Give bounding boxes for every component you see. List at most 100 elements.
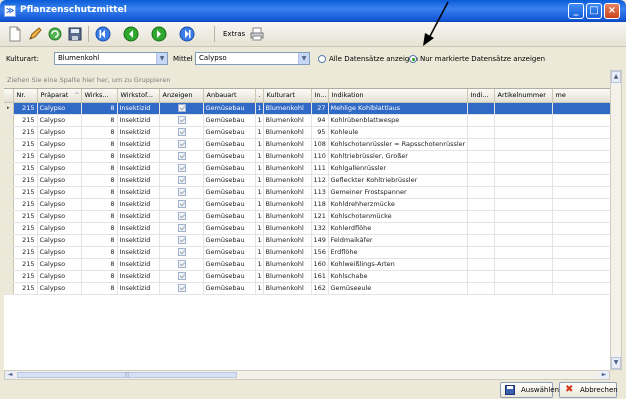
show-checkbox-cell[interactable] bbox=[159, 186, 204, 199]
cell-empty[interactable] bbox=[467, 198, 495, 211]
cell-wirks[interactable]: 8 bbox=[81, 114, 118, 127]
show-checkbox-cell[interactable] bbox=[159, 150, 204, 163]
table-row[interactable]: 215 Calypso 8 Insektizid Gemüsebau 1 Blumenkoh… bbox=[4, 174, 610, 187]
show-checkbox[interactable] bbox=[178, 164, 186, 172]
cell-empty[interactable] bbox=[467, 282, 495, 295]
cell-in[interactable]: 149 bbox=[311, 234, 329, 247]
cell-wirkstof[interactable]: Insektizid bbox=[117, 162, 160, 175]
cell-dot[interactable]: 1 bbox=[255, 114, 264, 127]
cell-in[interactable]: 112 bbox=[311, 174, 329, 187]
cell-anbauart[interactable]: Gemüsebau bbox=[203, 150, 256, 163]
cell-anbauart[interactable]: Gemüsebau bbox=[203, 102, 256, 115]
cell-kulturart[interactable]: Blumenkohl bbox=[263, 102, 312, 115]
cell-kulturart[interactable]: Blumenkohl bbox=[263, 270, 312, 283]
cell-anbauart[interactable]: Gemüsebau bbox=[203, 198, 256, 211]
cell-kulturart[interactable]: Blumenkohl bbox=[263, 234, 312, 247]
cell-indikation[interactable]: Mehlige Kohlblattlaus bbox=[328, 102, 468, 115]
cell-empty[interactable] bbox=[494, 150, 553, 163]
cell-nr[interactable]: 215 bbox=[13, 198, 38, 211]
cell-in[interactable]: 162 bbox=[311, 282, 329, 295]
cell-dot[interactable]: 1 bbox=[255, 222, 264, 235]
cell-praeparat[interactable]: Calypso bbox=[37, 102, 82, 115]
cell-in[interactable]: 118 bbox=[311, 198, 329, 211]
cell-in[interactable]: 94 bbox=[311, 114, 329, 127]
cell-empty[interactable] bbox=[494, 282, 553, 295]
cell-praeparat[interactable]: Calypso bbox=[37, 114, 82, 127]
cell-kulturart[interactable]: Blumenkohl bbox=[263, 138, 312, 151]
show-checkbox[interactable] bbox=[178, 272, 186, 280]
cell-wirks[interactable]: 8 bbox=[81, 162, 118, 175]
cell-empty[interactable] bbox=[467, 234, 495, 247]
cell-anbauart[interactable]: Gemüsebau bbox=[203, 174, 256, 187]
cell-praeparat[interactable]: Calypso bbox=[37, 234, 82, 247]
cell-kulturart[interactable]: Blumenkohl bbox=[263, 198, 312, 211]
column-header[interactable]: Indi... bbox=[467, 89, 495, 103]
cell-indikation[interactable]: Kohleule bbox=[328, 126, 468, 139]
cell-empty[interactable] bbox=[494, 198, 553, 211]
cell-wirkstof[interactable]: Insektizid bbox=[117, 150, 160, 163]
cell-kulturart[interactable]: Blumenkohl bbox=[263, 174, 312, 187]
table-row[interactable]: 215 Calypso 8 Insektizid Gemüsebau 1 Blumenkoh… bbox=[4, 270, 610, 283]
table-row[interactable]: 215 Calypso 8 Insektizid Gemüsebau 1 Blumenkoh… bbox=[4, 114, 610, 127]
cell-wirks[interactable]: 8 bbox=[81, 126, 118, 139]
cell-dot[interactable]: 1 bbox=[255, 210, 264, 223]
cell-dot[interactable]: 1 bbox=[255, 282, 264, 295]
cell-wirks[interactable]: 8 bbox=[81, 222, 118, 235]
column-header[interactable]: Anbauart bbox=[203, 89, 256, 103]
show-checkbox-cell[interactable] bbox=[159, 114, 204, 127]
cell-anbauart[interactable]: Gemüsebau bbox=[203, 210, 256, 223]
table-row[interactable]: 215 Calypso 8 Insektizid Gemüsebau 1 Blumenkoh… bbox=[4, 210, 610, 223]
cell-dot[interactable]: 1 bbox=[255, 126, 264, 139]
cell-empty[interactable] bbox=[552, 150, 610, 163]
cell-wirkstof[interactable]: Insektizid bbox=[117, 114, 160, 127]
cell-anbauart[interactable]: Gemüsebau bbox=[203, 162, 256, 175]
cell-wirkstof[interactable]: Insektizid bbox=[117, 126, 160, 139]
cell-wirks[interactable]: 8 bbox=[81, 282, 118, 295]
cell-wirks[interactable]: 8 bbox=[81, 138, 118, 151]
table-row[interactable]: 215 Calypso 8 Insektizid Gemüsebau 1 Blumenkoh… bbox=[4, 234, 610, 247]
cell-indikation[interactable]: Kohlerdflöhe bbox=[328, 222, 468, 235]
cell-empty[interactable] bbox=[552, 222, 610, 235]
cell-indikation[interactable]: Kohlschotenrüssler = Rapsschotenrüssler bbox=[328, 138, 468, 151]
cell-empty[interactable] bbox=[467, 138, 495, 151]
cell-wirkstof[interactable]: Insektizid bbox=[117, 246, 160, 259]
show-checkbox[interactable] bbox=[178, 200, 186, 208]
cell-empty[interactable] bbox=[552, 246, 610, 259]
cell-praeparat[interactable]: Calypso bbox=[37, 150, 82, 163]
cell-indikation[interactable]: Kohlrübenblattwespe bbox=[328, 114, 468, 127]
scroll-up-icon[interactable]: ▲ bbox=[611, 71, 621, 83]
cell-empty[interactable] bbox=[494, 234, 553, 247]
cell-praeparat[interactable]: Calypso bbox=[37, 174, 82, 187]
print-icon[interactable] bbox=[248, 25, 266, 43]
show-checkbox-cell[interactable] bbox=[159, 258, 204, 271]
table-row[interactable]: 215 Calypso 8 Insektizid Gemüsebau 1 Blumenkoh… bbox=[4, 198, 610, 211]
show-checkbox[interactable] bbox=[178, 140, 186, 148]
column-header[interactable]: Indikation bbox=[328, 89, 468, 103]
cell-praeparat[interactable]: Calypso bbox=[37, 270, 82, 283]
title-bar[interactable]: ≫ Pflanzenschutzmittel _ □ × bbox=[0, 0, 626, 22]
cell-kulturart[interactable]: Blumenkohl bbox=[263, 126, 312, 139]
show-checkbox[interactable] bbox=[178, 212, 186, 220]
cell-empty[interactable] bbox=[494, 186, 553, 199]
cell-wirkstof[interactable]: Insektizid bbox=[117, 186, 160, 199]
cell-praeparat[interactable]: Calypso bbox=[37, 246, 82, 259]
cell-praeparat[interactable]: Calypso bbox=[37, 222, 82, 235]
cell-kulturart[interactable]: Blumenkohl bbox=[263, 186, 312, 199]
cancel-button[interactable]: ✖ Abbrechen bbox=[559, 382, 618, 398]
cell-empty[interactable] bbox=[552, 186, 610, 199]
row-indicator[interactable] bbox=[4, 174, 14, 187]
cell-empty[interactable] bbox=[552, 102, 610, 115]
cell-empty[interactable] bbox=[494, 246, 553, 259]
show-checkbox[interactable] bbox=[178, 152, 186, 160]
next-record-icon[interactable] bbox=[150, 25, 168, 43]
select-button[interactable]: Auswählen bbox=[500, 382, 559, 398]
column-header[interactable]: Präparat ^ bbox=[37, 89, 82, 103]
row-indicator[interactable] bbox=[4, 138, 14, 151]
cell-dot[interactable]: 1 bbox=[255, 270, 264, 283]
cell-empty[interactable] bbox=[494, 270, 553, 283]
cell-indikation[interactable]: Kohlweißlings-Arten bbox=[328, 258, 468, 271]
mittel-select[interactable]: Calypso ▼ bbox=[195, 52, 310, 65]
row-indicator[interactable] bbox=[4, 150, 14, 163]
cell-in[interactable]: 111 bbox=[311, 162, 329, 175]
cell-nr[interactable]: 215 bbox=[13, 210, 38, 223]
